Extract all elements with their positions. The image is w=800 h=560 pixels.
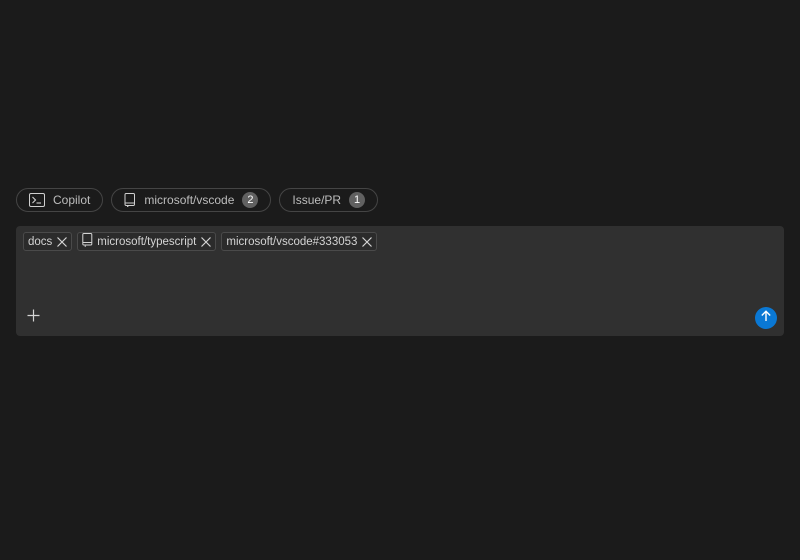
- repository-pill[interactable]: microsoft/vscode 2: [111, 188, 272, 212]
- send-button[interactable]: [755, 307, 777, 329]
- copilot-pill[interactable]: Copilot: [16, 188, 104, 212]
- chat-composer[interactable]: docs microsoft/typescript microsoft/vsco…: [16, 226, 784, 336]
- arrow-up-icon: [760, 309, 772, 327]
- close-icon[interactable]: [361, 236, 373, 248]
- chip-label: docs: [28, 235, 53, 248]
- issue-pr-pill[interactable]: Issue/PR 1: [279, 188, 379, 212]
- chip-label: microsoft/typescript: [97, 235, 197, 248]
- terminal-icon: [29, 193, 45, 207]
- repository-count-badge: 2: [242, 192, 259, 208]
- chip-label: microsoft/vscode#333053: [226, 235, 358, 248]
- issue-pr-count-badge: 1: [349, 192, 366, 208]
- copilot-pill-label: Copilot: [53, 193, 91, 207]
- context-chip: microsoft/typescript: [77, 232, 217, 251]
- context-chips: docs microsoft/typescript microsoft/vsco…: [23, 232, 378, 251]
- issue-pr-pill-label: Issue/PR: [292, 193, 342, 207]
- context-chip: microsoft/vscode#333053: [221, 232, 378, 251]
- close-icon[interactable]: [56, 236, 68, 248]
- repo-icon: [124, 193, 136, 207]
- close-icon[interactable]: [200, 236, 212, 248]
- add-context-button[interactable]: [25, 309, 41, 327]
- context-chip: docs: [23, 232, 73, 251]
- plus-icon: [27, 309, 40, 327]
- context-pills: Copilot microsoft/vscode 2 Issue/PR 1: [16, 188, 379, 212]
- repo-icon: [82, 233, 93, 250]
- repository-pill-label: microsoft/vscode: [144, 193, 235, 207]
